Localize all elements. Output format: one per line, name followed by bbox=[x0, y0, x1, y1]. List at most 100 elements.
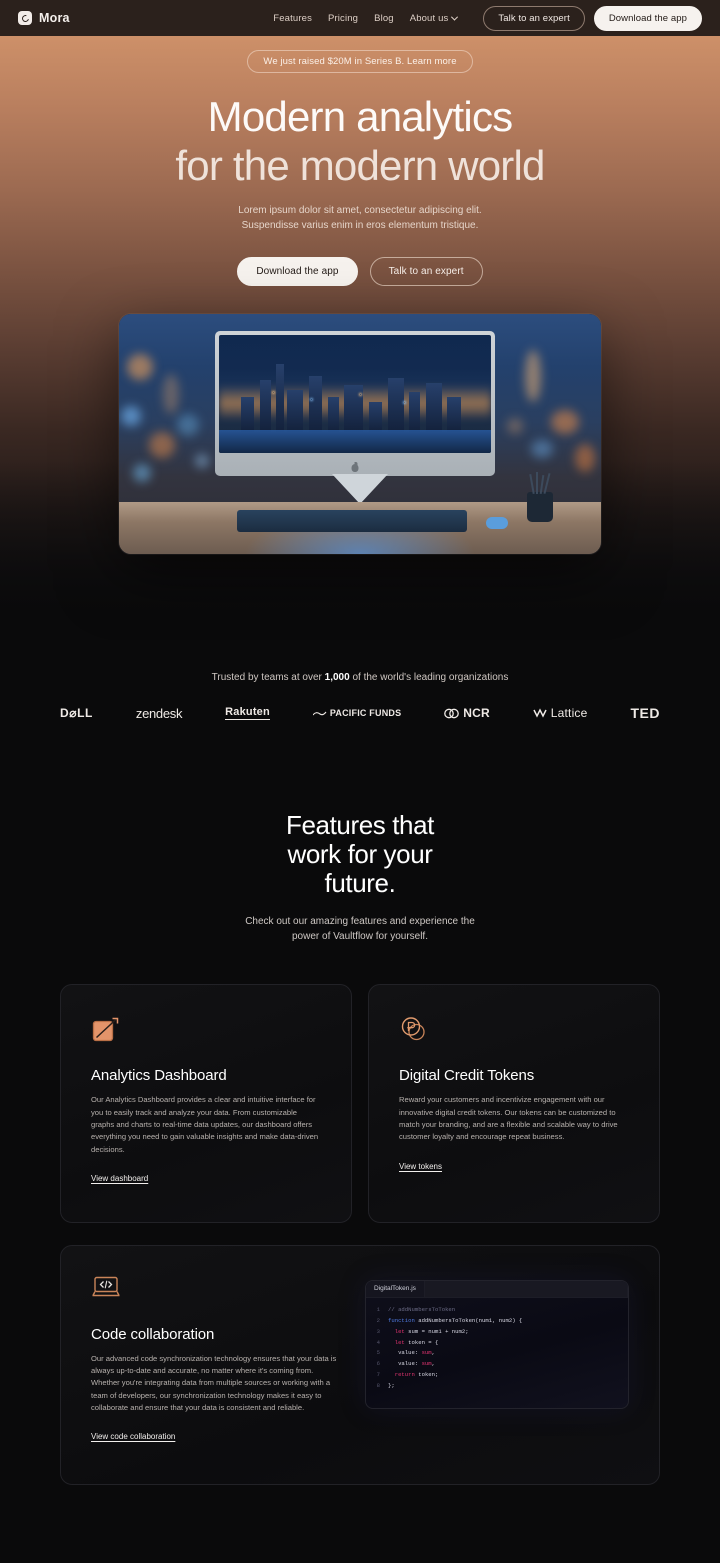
brand-name: Mora bbox=[39, 11, 70, 25]
logo-dell: D⌀LL bbox=[60, 706, 93, 720]
code-collaboration-copy: Code collaboration Our advanced code syn… bbox=[91, 1274, 339, 1444]
features-title-line-2: work for your bbox=[287, 839, 433, 870]
pens bbox=[529, 472, 551, 495]
feature-card-grid: Analytics Dashboard Our Analytics Dashbo… bbox=[60, 984, 660, 1223]
line-number: 2 bbox=[376, 1316, 380, 1324]
code-line: 6 value: sum, bbox=[366, 1359, 628, 1370]
feature-card-title: Analytics Dashboard bbox=[91, 1067, 227, 1085]
features-title-line-1: Features that bbox=[286, 810, 434, 840]
code-line: 8}; bbox=[366, 1381, 628, 1392]
keyboard bbox=[237, 510, 467, 533]
line-code: let token = { bbox=[394, 1338, 439, 1346]
top-navigation-bar: Mora Features Pricing Blog About us Talk… bbox=[0, 0, 720, 36]
nav-links: Features Pricing Blog About us Talk to a… bbox=[273, 5, 702, 31]
hero-section: Mora Features Pricing Blog About us Talk… bbox=[0, 0, 720, 640]
laptop-code-icon bbox=[91, 1274, 121, 1304]
hero-image bbox=[119, 314, 601, 555]
monitor-stand bbox=[332, 474, 388, 505]
nav-link-about-us-label: About us bbox=[409, 12, 449, 24]
feature-card-body: Reward your customers and incentivize en… bbox=[399, 1095, 618, 1142]
trusted-by-section: Trusted by teams at over 1,000 of the wo… bbox=[0, 640, 720, 721]
logo-pacific-funds: PACIFIC FUNDS bbox=[312, 708, 402, 718]
lattice-mark-icon bbox=[533, 708, 547, 718]
mora-logo-icon bbox=[18, 11, 32, 25]
line-code: function addNumbersToToken(num1, num2) { bbox=[388, 1316, 523, 1324]
logo-rakuten: Rakuten bbox=[225, 706, 270, 720]
line-code: value: sum, bbox=[388, 1349, 436, 1357]
trusted-prefix: Trusted by teams at over bbox=[211, 672, 325, 683]
logo-ted: TED bbox=[630, 705, 660, 721]
line-number: 1 bbox=[376, 1305, 380, 1313]
features-subtitle-line-1: Check out our amazing features and exper… bbox=[245, 916, 475, 928]
talk-to-expert-button[interactable]: Talk to an expert bbox=[483, 5, 585, 31]
download-app-button[interactable]: Download the app bbox=[593, 5, 702, 31]
features-section: Features that work for your future. Chec… bbox=[0, 721, 720, 1486]
monitor bbox=[215, 331, 495, 477]
apple-logo-icon bbox=[351, 462, 359, 473]
code-line: 5 value: sum, bbox=[366, 1348, 628, 1359]
funding-announcement-badge[interactable]: We just raised $20M in Series B. Learn m… bbox=[247, 50, 473, 73]
hero-title-line-2: for the modern world bbox=[175, 141, 545, 189]
line-code: return token; bbox=[394, 1371, 439, 1379]
customer-logo-row: D⌀LL zendesk Rakuten PACIFIC FUNDS NCR L… bbox=[60, 705, 660, 721]
code-line: 2 function addNumbersToToken(num1, num2) … bbox=[366, 1316, 628, 1327]
features-title: Features that work for your future. bbox=[0, 810, 720, 898]
feature-card-body: Our advanced code synchronization techno… bbox=[91, 1353, 337, 1412]
nav-link-about-us[interactable]: About us bbox=[409, 12, 459, 24]
logo-ncr-text: NCR bbox=[463, 706, 490, 720]
feature-card-digital-credit-tokens: Digital Credit Tokens Reward your custom… bbox=[368, 984, 660, 1223]
hero-subtitle-line-1: Lorem ipsum dolor sit amet, consectetur … bbox=[238, 205, 482, 217]
line-number: 4 bbox=[376, 1338, 380, 1346]
editor-tab-empty-area[interactable] bbox=[424, 1280, 628, 1297]
nav-cta-group: Talk to an expert Download the app bbox=[483, 5, 702, 31]
editor-code-area[interactable]: 1 // addNumbersToToken 2 function addNumbe… bbox=[366, 1298, 628, 1408]
logo-pacific-funds-text: PACIFIC FUNDS bbox=[329, 708, 402, 718]
nav-link-pricing[interactable]: Pricing bbox=[328, 13, 358, 24]
page-title: Modern analytics for the modern world bbox=[0, 93, 720, 190]
monitor-screen bbox=[219, 335, 491, 454]
brand-logo[interactable]: Mora bbox=[18, 11, 70, 25]
wave-icon bbox=[312, 711, 327, 715]
hero-subtitle: Lorem ipsum dolor sit amet, consectetur … bbox=[0, 204, 720, 233]
line-number: 6 bbox=[376, 1360, 380, 1368]
logo-zendesk: zendesk bbox=[135, 705, 183, 721]
editor-tab-bar: DigitalToken.js bbox=[366, 1280, 628, 1298]
line-code: // addNumbersToToken bbox=[388, 1305, 456, 1313]
code-editor-panel: DigitalToken.js 1 // addNumbersToToken 2f… bbox=[365, 1274, 629, 1444]
line-number: 5 bbox=[376, 1349, 380, 1357]
code-line: 1 // addNumbersToToken bbox=[366, 1305, 628, 1316]
hero-talk-to-expert-button[interactable]: Talk to an expert bbox=[369, 257, 483, 287]
rings-icon bbox=[444, 708, 460, 718]
code-editor: DigitalToken.js 1 // addNumbersToToken 2f… bbox=[365, 1279, 629, 1410]
mouse bbox=[486, 517, 508, 530]
code-line: 3 let sum = num1 + num2; bbox=[366, 1327, 628, 1338]
chevron-down-icon bbox=[451, 13, 459, 21]
editor-tab-digitaltoken-js[interactable]: DigitalToken.js bbox=[366, 1280, 425, 1297]
hero-button-group: Download the app Talk to an expert bbox=[0, 257, 720, 287]
logo-lattice-text: Lattice bbox=[550, 706, 588, 720]
view-code-collaboration-link[interactable]: View code collaboration bbox=[91, 1432, 175, 1441]
analytics-chart-icon bbox=[91, 1015, 121, 1045]
trusted-count: 1,000 bbox=[324, 672, 350, 683]
line-number: 7 bbox=[376, 1371, 380, 1379]
trusted-by-text: Trusted by teams at over 1,000 of the wo… bbox=[0, 672, 720, 683]
features-subtitle: Check out our amazing features and exper… bbox=[0, 914, 720, 944]
feature-card-body: Our Analytics Dashboard provides a clear… bbox=[91, 1095, 319, 1154]
feature-card-title: Digital Credit Tokens bbox=[399, 1067, 535, 1085]
trusted-suffix: of the world's leading organizations bbox=[349, 672, 509, 683]
feature-card-code-collaboration: Code collaboration Our advanced code syn… bbox=[60, 1244, 660, 1486]
view-dashboard-link[interactable]: View dashboard bbox=[91, 1174, 148, 1183]
features-header: Features that work for your future. Chec… bbox=[0, 810, 720, 944]
desk-scene bbox=[119, 314, 601, 555]
nav-link-features[interactable]: Features bbox=[273, 13, 312, 24]
line-code: let sum = num1 + num2; bbox=[394, 1327, 469, 1335]
view-tokens-link[interactable]: View tokens bbox=[399, 1162, 442, 1171]
hero-download-app-button[interactable]: Download the app bbox=[237, 257, 358, 287]
nav-link-blog[interactable]: Blog bbox=[374, 13, 394, 24]
feature-card-title: Code collaboration bbox=[91, 1325, 215, 1343]
line-code: value: sum, bbox=[388, 1360, 436, 1368]
feature-card-analytics-dashboard: Analytics Dashboard Our Analytics Dashbo… bbox=[60, 984, 352, 1223]
code-line: 4 let token = { bbox=[366, 1338, 628, 1349]
hero-title-line-1: Modern analytics bbox=[207, 93, 513, 140]
coins-token-icon bbox=[399, 1015, 429, 1045]
